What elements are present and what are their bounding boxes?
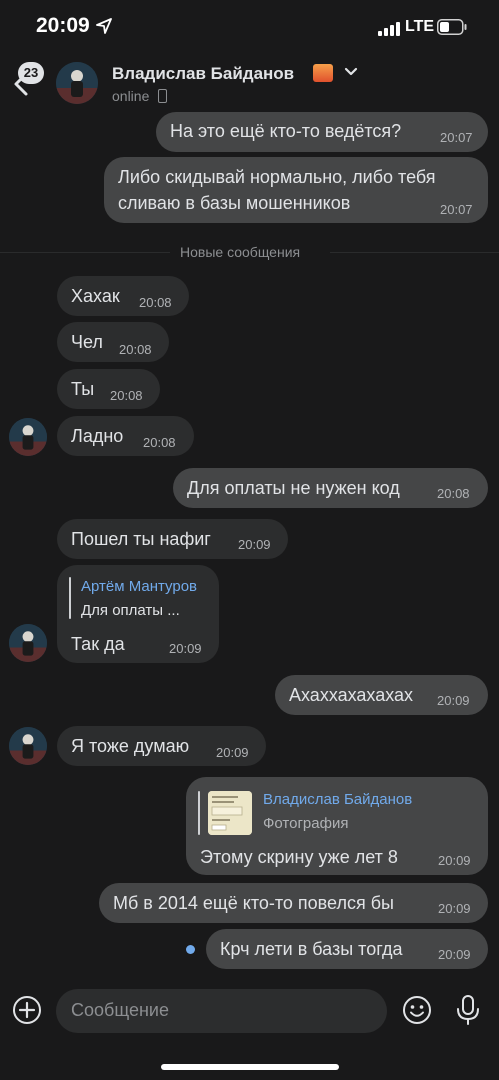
sender-avatar[interactable] bbox=[9, 727, 47, 765]
message-incoming[interactable]: Я тоже думаю 20:09 bbox=[57, 726, 266, 766]
message-text: Крч лети в базы тогда bbox=[220, 939, 403, 959]
home-indicator bbox=[161, 1064, 339, 1070]
message-input[interactable]: Сообщение bbox=[56, 989, 387, 1033]
reply-quote-bar bbox=[69, 577, 71, 619]
message-outgoing[interactable]: Для оплаты не нужен код 20:08 bbox=[173, 468, 488, 508]
message-incoming[interactable]: Ты 20:08 bbox=[57, 369, 160, 409]
reply-preview: Фотография bbox=[263, 815, 349, 832]
sender-avatar[interactable] bbox=[9, 418, 47, 456]
message-text-line: Либо скидывай нормально, либо тебя bbox=[118, 167, 436, 187]
signal-icon bbox=[378, 22, 400, 36]
message-time: 20:09 bbox=[437, 693, 470, 708]
message-text: Хахак bbox=[71, 286, 120, 306]
message-time: 20:09 bbox=[438, 901, 471, 916]
chevron-down-icon[interactable] bbox=[344, 67, 358, 77]
contact-avatar[interactable] bbox=[56, 62, 98, 104]
divider-line bbox=[330, 252, 499, 253]
mobile-device-icon bbox=[158, 89, 167, 103]
message-incoming[interactable]: Хахак 20:08 bbox=[57, 276, 189, 316]
location-arrow-icon bbox=[96, 18, 112, 34]
battery-icon bbox=[437, 19, 467, 35]
divider-line bbox=[0, 252, 170, 253]
message-time: 20:07 bbox=[440, 202, 473, 217]
message-time: 20:08 bbox=[437, 486, 470, 501]
message-input-placeholder: Сообщение bbox=[71, 1000, 169, 1020]
contact-name[interactable]: Владислав Байданов bbox=[112, 64, 294, 84]
new-messages-divider: Новые сообщения bbox=[180, 244, 301, 260]
status-time: 20:09 bbox=[36, 14, 90, 37]
message-outgoing[interactable]: Крч лети в базы тогда 20:09 bbox=[206, 929, 488, 969]
message-time: 20:08 bbox=[143, 435, 176, 450]
message-time: 20:09 bbox=[438, 853, 471, 868]
reply-author[interactable]: Владислав Байданов bbox=[263, 791, 412, 808]
message-time: 20:09 bbox=[438, 947, 471, 962]
message-text: Ладно bbox=[71, 426, 124, 446]
message-time: 20:09 bbox=[169, 641, 202, 656]
message-text: Этому скрину уже лет 8 bbox=[200, 847, 398, 867]
message-time: 20:09 bbox=[216, 745, 249, 760]
photo-thumbnail[interactable] bbox=[208, 791, 252, 835]
smiley-icon[interactable] bbox=[402, 995, 432, 1025]
message-text: Ахаххахахахах bbox=[289, 685, 414, 705]
message-text: Пошел ты нафиг bbox=[71, 529, 211, 549]
message-outgoing-reply[interactable]: Владислав Байданов Фотография Этому скри… bbox=[186, 777, 488, 875]
message-text: Чел bbox=[71, 332, 103, 352]
message-incoming[interactable]: Пошел ты нафиг 20:09 bbox=[57, 519, 288, 559]
message-text: Ты bbox=[71, 379, 95, 399]
reply-preview: Для оплаты ... bbox=[81, 602, 180, 619]
reply-author[interactable]: Артём Мантуров bbox=[81, 578, 197, 595]
reply-quote-bar bbox=[198, 791, 200, 835]
message-outgoing[interactable]: На это ещё кто-то ведётся? 20:07 bbox=[156, 112, 488, 152]
message-time: 20:09 bbox=[238, 537, 271, 552]
network-type: LTE bbox=[405, 18, 435, 35]
message-incoming-reply[interactable]: Артём Мантуров Для оплаты ... Так да 20:… bbox=[57, 565, 219, 663]
message-time: 20:07 bbox=[440, 130, 473, 145]
unread-count-badge: 23 bbox=[18, 62, 44, 84]
message-text: Так да bbox=[71, 634, 125, 654]
message-outgoing[interactable]: Ахаххахахахах 20:09 bbox=[275, 675, 488, 715]
message-outgoing[interactable]: Либо скидывай нормально, либо тебя слива… bbox=[104, 157, 488, 223]
sunrise-emoji-icon bbox=[313, 64, 333, 82]
sender-avatar[interactable] bbox=[9, 624, 47, 662]
unread-indicator bbox=[186, 945, 195, 954]
contact-status: online bbox=[112, 88, 150, 104]
attach-plus-icon[interactable] bbox=[12, 995, 42, 1025]
message-text-line: сливаю в базы мошенников bbox=[118, 193, 351, 213]
message-outgoing[interactable]: Мб в 2014 ещё кто-то повелся бы 20:09 bbox=[99, 883, 488, 923]
message-incoming[interactable]: Ладно 20:08 bbox=[57, 416, 194, 456]
message-text: Мб в 2014 ещё кто-то повелся бы bbox=[113, 893, 394, 913]
message-text: На это ещё кто-то ведётся? bbox=[170, 121, 402, 141]
message-time: 20:08 bbox=[119, 342, 152, 357]
message-time: 20:08 bbox=[110, 388, 143, 403]
message-text: Я тоже думаю bbox=[71, 736, 190, 756]
message-incoming[interactable]: Чел 20:08 bbox=[57, 322, 169, 362]
message-text: Для оплаты не нужен код bbox=[187, 478, 400, 498]
message-time: 20:08 bbox=[139, 295, 172, 310]
microphone-icon[interactable] bbox=[455, 994, 481, 1026]
